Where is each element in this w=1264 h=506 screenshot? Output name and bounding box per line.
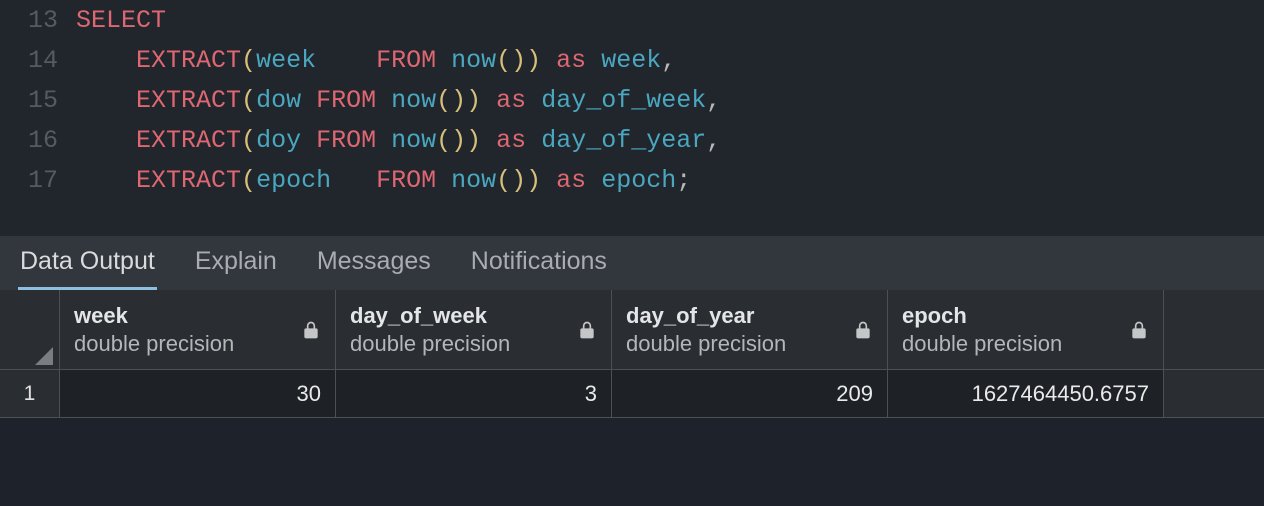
code-content[interactable]: EXTRACT(epoch FROM now()) as epoch; <box>76 166 1264 195</box>
row-number[interactable]: 1 <box>0 370 60 417</box>
line-number: 17 <box>0 166 76 195</box>
column-header-day_of_year[interactable]: day_of_yeardouble precision <box>612 290 888 369</box>
column-name: day_of_year <box>626 302 786 330</box>
cell[interactable]: 30 <box>60 370 336 417</box>
row-toggle[interactable] <box>0 290 60 369</box>
column-type: double precision <box>902 330 1062 358</box>
lock-icon <box>301 319 321 341</box>
tab-explain[interactable]: Explain <box>193 236 279 290</box>
line-number: 14 <box>0 46 76 75</box>
column-header-week[interactable]: weekdouble precision <box>60 290 336 369</box>
cell[interactable]: 209 <box>612 370 888 417</box>
column-type: double precision <box>626 330 786 358</box>
line-number: 13 <box>0 6 76 35</box>
code-line[interactable]: 16 EXTRACT(doy FROM now()) as day_of_yea… <box>0 120 1264 160</box>
tab-messages[interactable]: Messages <box>315 236 433 290</box>
header-empty <box>1164 290 1264 369</box>
code-content[interactable]: EXTRACT(week FROM now()) as week, <box>76 46 1264 75</box>
grid-header-row: weekdouble precisionday_of_weekdouble pr… <box>0 290 1264 370</box>
code-content[interactable]: EXTRACT(dow FROM now()) as day_of_week, <box>76 86 1264 115</box>
column-name: week <box>74 302 234 330</box>
sql-editor[interactable]: 13SELECT14 EXTRACT(week FROM now()) as w… <box>0 0 1264 236</box>
code-content[interactable]: EXTRACT(doy FROM now()) as day_of_year, <box>76 126 1264 155</box>
column-type: double precision <box>74 330 234 358</box>
tab-data-output[interactable]: Data Output <box>18 236 157 290</box>
column-header-day_of_week[interactable]: day_of_weekdouble precision <box>336 290 612 369</box>
lock-icon <box>577 319 597 341</box>
cell[interactable]: 3 <box>336 370 612 417</box>
code-line[interactable]: 15 EXTRACT(dow FROM now()) as day_of_wee… <box>0 80 1264 120</box>
column-type: double precision <box>350 330 510 358</box>
code-line[interactable]: 13SELECT <box>0 0 1264 40</box>
line-number: 15 <box>0 86 76 115</box>
column-header-epoch[interactable]: epochdouble precision <box>888 290 1164 369</box>
code-line[interactable]: 14 EXTRACT(week FROM now()) as week, <box>0 40 1264 80</box>
code-content[interactable]: SELECT <box>76 6 1264 35</box>
code-line[interactable]: 17 EXTRACT(epoch FROM now()) as epoch; <box>0 160 1264 200</box>
lock-icon <box>853 319 873 341</box>
cell[interactable]: 1627464450.6757 <box>888 370 1164 417</box>
lock-icon <box>1129 319 1149 341</box>
table-row[interactable]: 13032091627464450.6757 <box>0 370 1264 418</box>
column-name: day_of_week <box>350 302 510 330</box>
row-empty <box>1164 370 1264 417</box>
result-grid: weekdouble precisionday_of_weekdouble pr… <box>0 290 1264 418</box>
line-number: 16 <box>0 126 76 155</box>
triangle-icon <box>35 347 53 365</box>
output-tabs: Data Output Explain Messages Notifications <box>0 236 1264 290</box>
column-name: epoch <box>902 302 1062 330</box>
tab-notifications[interactable]: Notifications <box>469 236 609 290</box>
